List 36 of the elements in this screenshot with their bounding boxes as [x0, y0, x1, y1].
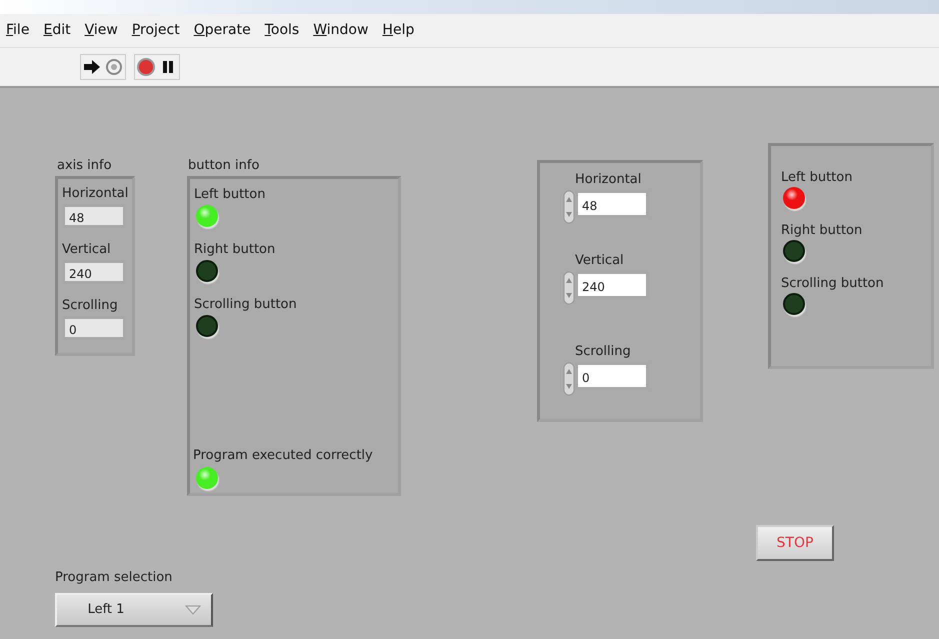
- field-label: Horizontal: [62, 185, 128, 203]
- menu-item[interactable]: Window: [313, 20, 368, 41]
- field-label: Vertical: [575, 252, 624, 270]
- spinner-icon[interactable]: [563, 362, 575, 396]
- field-label: Scrolling: [62, 297, 118, 315]
- numeric-indicator: 0: [62, 316, 126, 340]
- led-label: Left button: [781, 169, 852, 187]
- group-label: button info: [188, 157, 260, 175]
- caret-icon: [185, 605, 201, 615]
- numeric-control[interactable]: 240: [575, 271, 649, 299]
- field-label: Program selection: [55, 569, 172, 587]
- led-label: Left button: [194, 186, 266, 204]
- numeric-indicator: 48: [62, 204, 126, 228]
- led-label: Right button: [194, 241, 276, 259]
- spinner-icon[interactable]: [563, 271, 575, 305]
- ring-selector[interactable]: Left 1: [55, 593, 213, 627]
- numeric-indicator: 240: [62, 260, 126, 284]
- spinner-icon[interactable]: [563, 190, 575, 224]
- menu-item[interactable]: Edit: [43, 20, 71, 41]
- menu-item[interactable]: Help: [382, 20, 414, 41]
- menu-item[interactable]: Operate: [194, 20, 251, 41]
- led-label: Right button: [781, 222, 862, 240]
- led-label: Scrolling button: [781, 275, 884, 293]
- menu-item[interactable]: Tools: [264, 20, 300, 41]
- field-label: Vertical: [62, 241, 111, 259]
- numeric-control[interactable]: 0: [575, 362, 649, 390]
- menu-item[interactable]: View: [84, 20, 118, 41]
- group-label: axis info: [57, 157, 112, 175]
- led-label: Program executed correctly: [193, 447, 373, 465]
- field-label: Horizontal: [575, 171, 642, 189]
- numeric-control[interactable]: 48: [575, 190, 649, 218]
- led-label: Scrolling button: [194, 296, 297, 314]
- menu-item[interactable]: File: [6, 20, 30, 41]
- menu-item[interactable]: Project: [132, 20, 180, 41]
- field-label: Scrolling: [575, 343, 631, 361]
- abort-icon[interactable]: [135, 55, 157, 79]
